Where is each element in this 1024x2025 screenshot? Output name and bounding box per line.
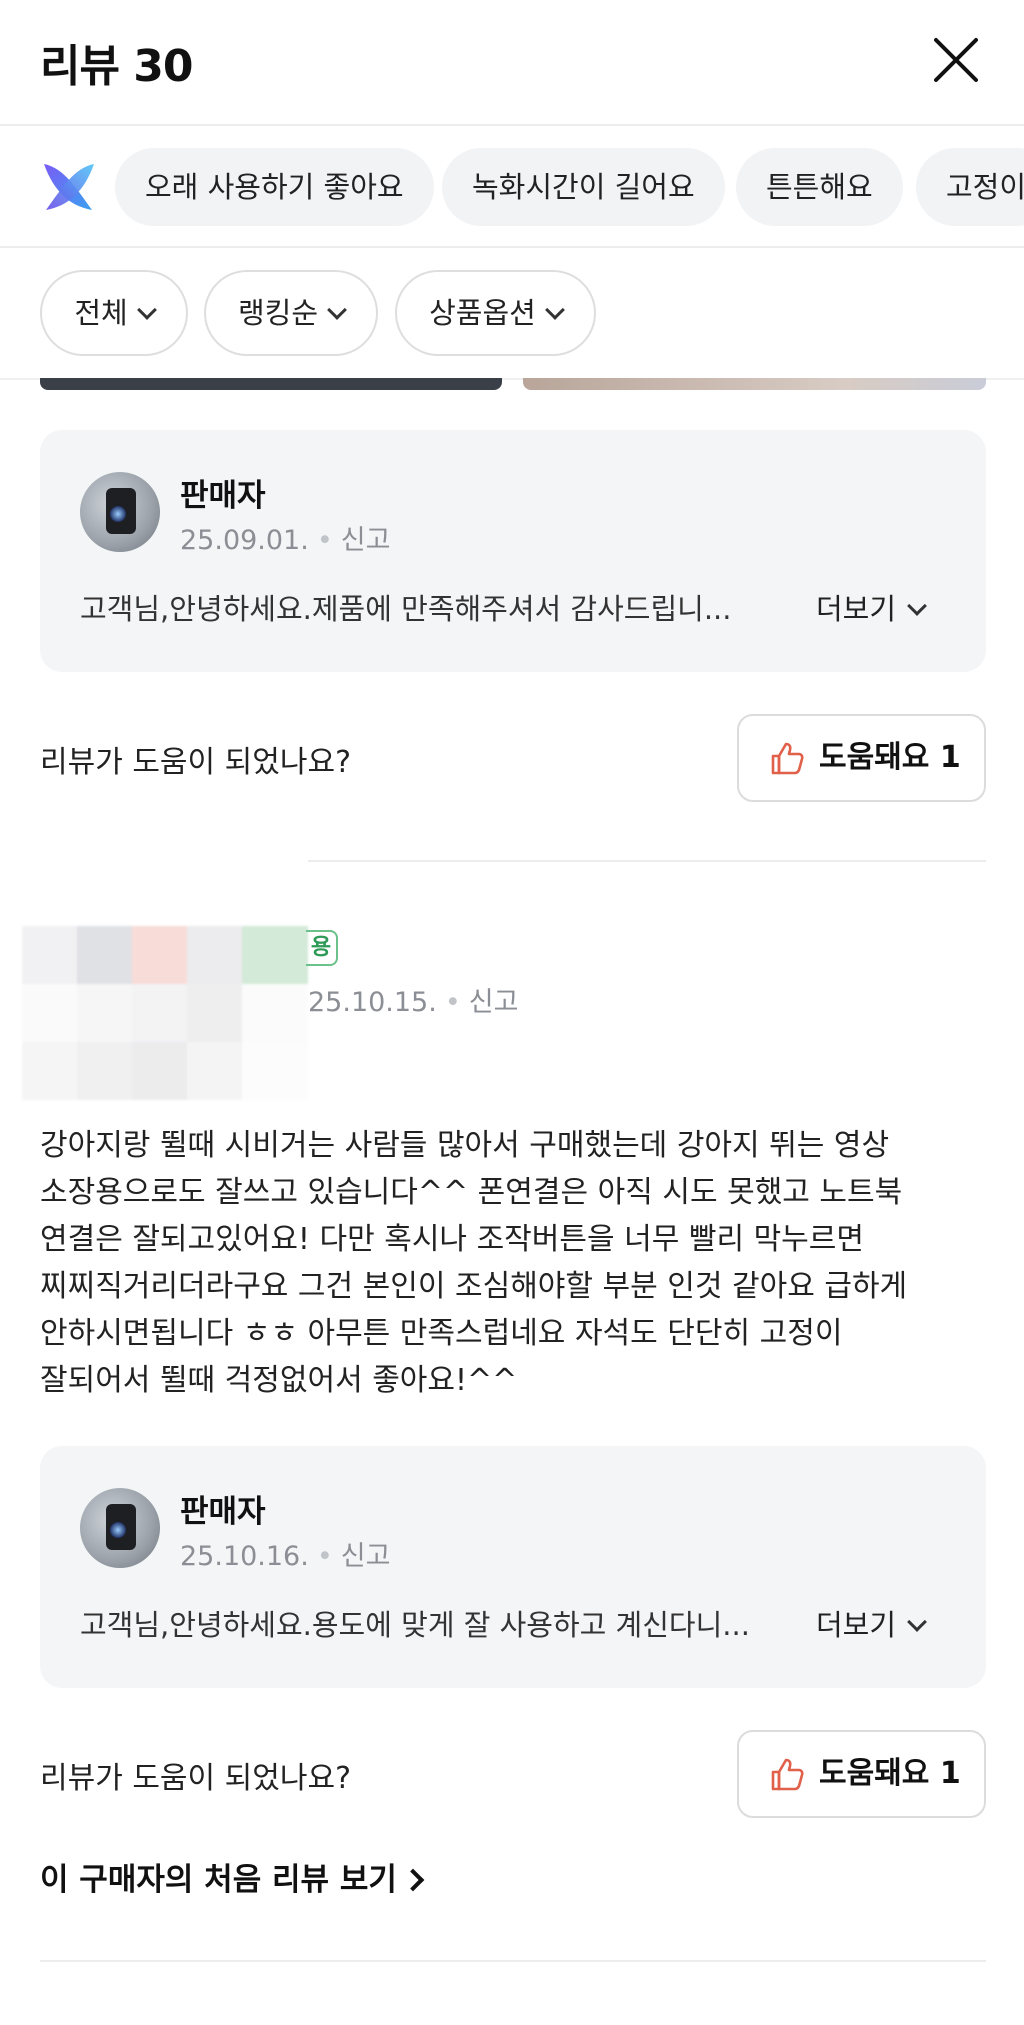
keyword-chip[interactable]: 오래 사용하기 좋아요 xyxy=(115,148,434,226)
helpful-label: 도움돼요 1 xyxy=(819,1756,961,1791)
chevron-down-icon xyxy=(136,300,157,320)
report-link[interactable]: 신고 xyxy=(341,525,391,556)
page-title: 리뷰 30 xyxy=(40,41,194,92)
helpful-question: 리뷰가 도움이 되었나요? xyxy=(40,745,351,780)
helpful-button[interactable]: 도움돼요 1 xyxy=(737,714,986,802)
filter-sort-dropdown[interactable]: 랭킹순 xyxy=(204,270,378,356)
seller-name: 판매자 xyxy=(180,1494,266,1530)
first-review-link[interactable]: 이 구매자의 처음 리뷰 보기 xyxy=(40,1854,425,1899)
close-icon[interactable] xyxy=(930,34,982,86)
chevron-down-icon xyxy=(907,1612,927,1632)
seller-reply: 판매자 25.09.01. • 신고 고객님,안녕하세요.제품에 만족해주셔서 감사… xyxy=(40,430,986,672)
filter-option-dropdown[interactable]: 상품옵션 xyxy=(395,270,596,356)
filter-all-dropdown[interactable]: 전체 xyxy=(40,270,188,356)
seller-reply: 판매자 25.10.16. • 신고 고객님,안녕하세요.용도에 맞게 잘 사용하고… xyxy=(40,1446,986,1688)
review-line: 강아지랑 뛸때 시비거는 사람들 많아서 구매했는데 강아지 뛰는 영상 xyxy=(40,1128,890,1163)
review-line: 연결은 잘되고있어요! 다만 혹시나 조작버튼을 너무 빨리 막누르면 xyxy=(40,1222,864,1257)
reply-date: 25.09.01. xyxy=(180,525,309,556)
review-photo[interactable] xyxy=(40,378,502,390)
review-text: 강아지랑 뛸때 시비거는 사람들 많아서 구매했는데 강아지 뛰는 영상 소장용… xyxy=(40,1122,990,1404)
first-review-label: 이 구매자의 처음 리뷰 보기 xyxy=(40,1862,397,1898)
keyword-chip[interactable]: 녹화시간이 길어요 xyxy=(442,148,725,226)
chevron-down-icon xyxy=(327,300,347,320)
keyword-chip[interactable]: 고정이 xyxy=(916,148,1024,226)
filter-label: 전체 xyxy=(74,296,128,330)
divider xyxy=(308,860,986,862)
review-line: 안하시면됩니다 ㅎㅎ 아무튼 만족스럽네요 자석도 단단히 고정이 xyxy=(40,1316,843,1351)
filter-label: 상품옵션 xyxy=(429,296,536,330)
reply-text: 고객님,안녕하세요.제품에 만족해주셔서 감사드립니... xyxy=(80,592,732,626)
keyword-chip-bar: 오래 사용하기 좋아요 녹화시간이 길어요 튼튼해요 고정이 xyxy=(0,128,1024,248)
reply-text: 고객님,안녕하세요.용도에 맞게 잘 사용하고 계신다니... xyxy=(80,1608,750,1642)
chevron-right-icon xyxy=(401,1868,425,1892)
review-meta: 25.10.15. • 신고 xyxy=(308,987,519,1018)
review-header: 리뷰 30 xyxy=(0,0,1024,126)
reply-meta: 25.10.16. • 신고 xyxy=(180,1541,391,1572)
more-button[interactable]: 더보기 xyxy=(816,1602,927,1644)
helpful-label: 도움돼요 1 xyxy=(819,740,961,775)
seller-avatar xyxy=(80,1488,160,1568)
filter-bar: 전체 랭킹순 상품옵션 xyxy=(0,250,1024,380)
more-label: 더보기 xyxy=(816,1608,897,1642)
reviewer-profile-blurred xyxy=(22,926,308,1100)
chevron-down-icon xyxy=(907,596,927,616)
more-label: 더보기 xyxy=(816,592,897,626)
reply-meta: 25.09.01. • 신고 xyxy=(180,525,391,556)
keyword-chip[interactable]: 튼튼해요 xyxy=(736,148,903,226)
helpful-question: 리뷰가 도움이 되었나요? xyxy=(40,1761,351,1796)
review-line: 소장용으로도 잘쓰고 있습니다^^ 폰연결은 아직 시도 못했고 노트북 xyxy=(40,1175,903,1210)
reply-date: 25.10.16. xyxy=(180,1541,309,1572)
review-photo[interactable] xyxy=(523,378,986,390)
divider xyxy=(40,1960,986,1962)
review-line: 잘되어서 뛸때 걱정없어서 좋아요!^^ xyxy=(40,1363,518,1398)
more-button[interactable]: 더보기 xyxy=(816,586,927,628)
reviewer-badge: 용 xyxy=(306,930,338,966)
review-line: 찌찌직거리더라구요 그건 본인이 조심해야할 부분 인것 같아요 급하게 xyxy=(40,1269,908,1304)
filter-label: 랭킹순 xyxy=(237,296,319,330)
seller-avatar xyxy=(80,472,160,552)
thumbs-up-icon xyxy=(771,742,804,775)
thumbs-up-icon xyxy=(771,1758,804,1791)
report-link[interactable]: 신고 xyxy=(469,987,519,1018)
seller-name: 판매자 xyxy=(180,478,266,514)
ai-logo-icon xyxy=(44,164,94,210)
report-link[interactable]: 신고 xyxy=(341,1541,391,1572)
chevron-down-icon xyxy=(544,300,565,320)
helpful-button[interactable]: 도움돼요 1 xyxy=(737,1730,986,1818)
review-date: 25.10.15. xyxy=(308,987,437,1018)
